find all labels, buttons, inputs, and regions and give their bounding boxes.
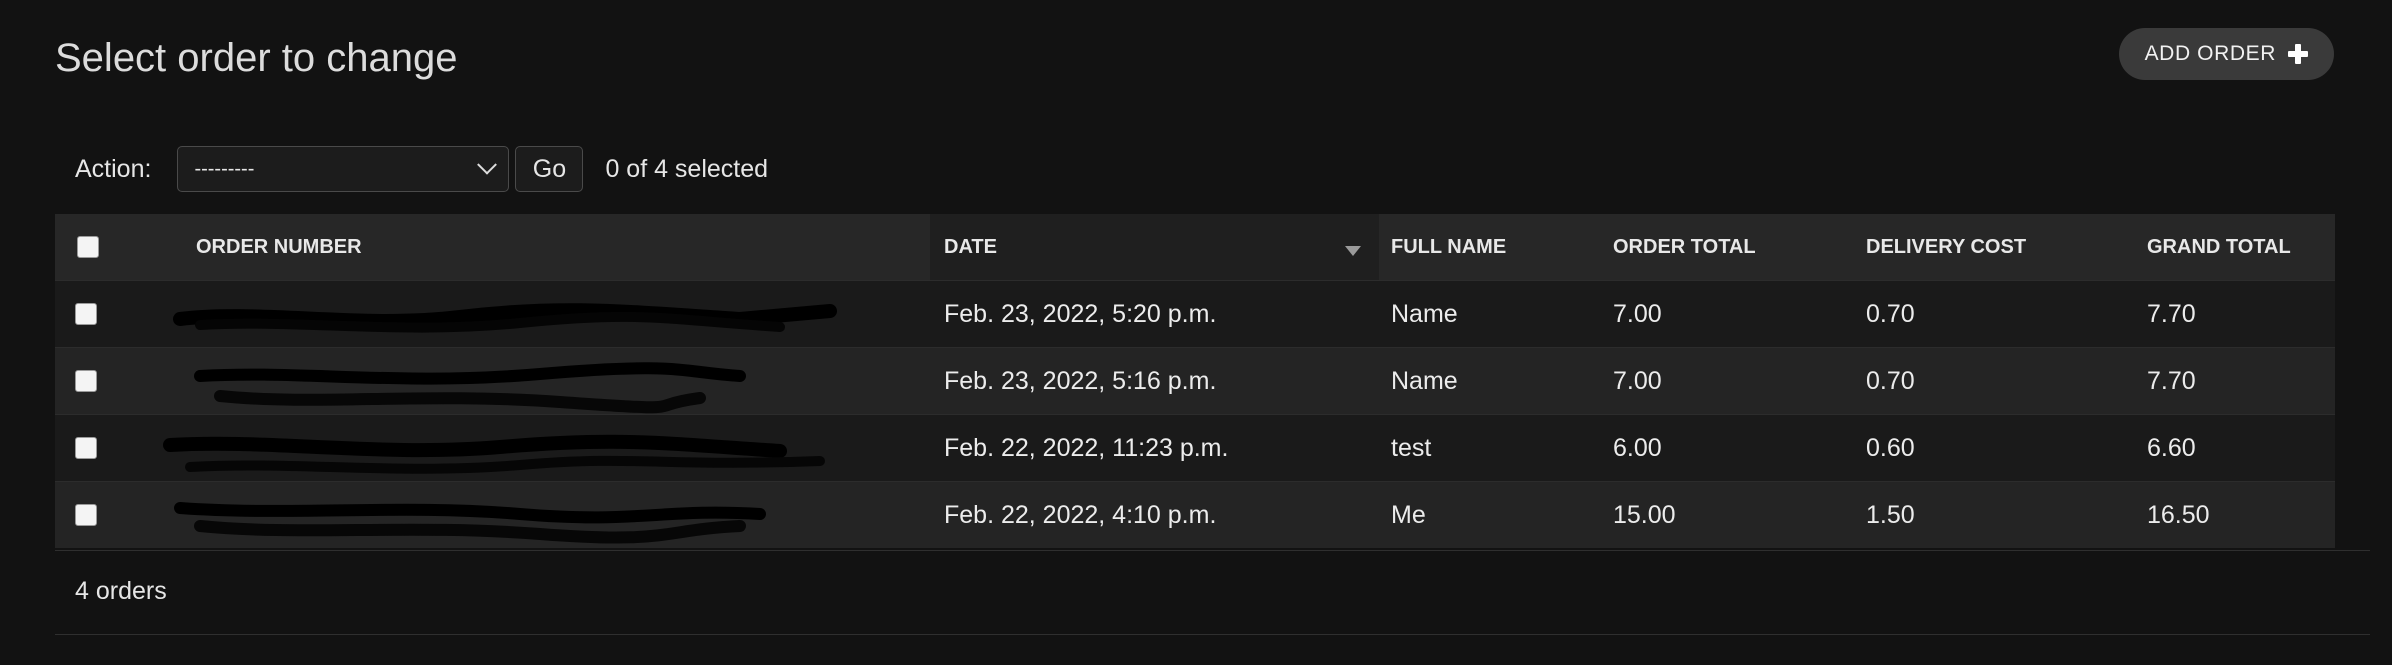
- row-checkbox[interactable]: [75, 370, 97, 392]
- action-label: Action:: [75, 154, 152, 183]
- full-name-cell: Name: [1391, 299, 1458, 328]
- date-cell: Feb. 22, 2022, 4:10 p.m.: [944, 500, 1217, 529]
- row-select-cell: [55, 437, 130, 459]
- redaction-scribble: [194, 362, 746, 414]
- result-count: 4 orders: [75, 577, 167, 605]
- select-all-checkbox[interactable]: [77, 236, 99, 258]
- delivery-cost-cell: 0.60: [1866, 433, 1915, 462]
- page-title: Select order to change: [55, 36, 458, 80]
- order-total-cell: 6.00: [1613, 433, 1662, 462]
- row-checkbox[interactable]: [75, 437, 97, 459]
- order-number-cell[interactable]: [130, 281, 930, 347]
- action-select[interactable]: ---------: [177, 146, 510, 192]
- date-cell: Feb. 23, 2022, 5:16 p.m.: [944, 366, 1217, 395]
- grand-total-cell: 7.70: [2147, 366, 2196, 395]
- grand-total-cell: 16.50: [2147, 500, 2210, 529]
- order-number-cell[interactable]: [130, 348, 930, 414]
- redaction-scribble: [163, 434, 825, 474]
- row-select-cell: [55, 370, 130, 392]
- full-name-cell: Name: [1391, 366, 1458, 395]
- column-date[interactable]: DATE: [930, 214, 1379, 280]
- grand-total-cell: 7.70: [2147, 299, 2196, 328]
- table-row: Feb. 23, 2022, 5:20 p.m. Name 7.00 0.70 …: [55, 280, 2335, 347]
- delivery-cost-cell: 0.70: [1866, 299, 1915, 328]
- table-row: Feb. 22, 2022, 4:10 p.m. Me 15.00 1.50 1…: [55, 481, 2335, 548]
- select-all-cell: [55, 214, 130, 280]
- results-table: ORDER NUMBER DATE FULL NAME ORDER TOTAL …: [55, 214, 2335, 548]
- order-number-cell[interactable]: [130, 482, 930, 548]
- table-header-row: ORDER NUMBER DATE FULL NAME ORDER TOTAL …: [55, 214, 2335, 280]
- delivery-cost-cell: 1.50: [1866, 500, 1915, 529]
- column-full-name[interactable]: FULL NAME: [1379, 214, 1601, 280]
- row-select-cell: [55, 504, 130, 526]
- add-order-button[interactable]: ADD ORDER: [2118, 28, 2334, 80]
- date-cell: Feb. 22, 2022, 11:23 p.m.: [944, 433, 1229, 462]
- order-total-cell: 7.00: [1613, 299, 1662, 328]
- column-grand-total[interactable]: GRAND TOTAL: [2135, 214, 2335, 280]
- row-select-cell: [55, 303, 130, 325]
- redaction-scribble: [174, 502, 766, 544]
- delivery-cost-cell: 0.70: [1866, 366, 1915, 395]
- order-total-cell: 15.00: [1613, 500, 1676, 529]
- sort-descending-icon[interactable]: [1345, 246, 1361, 256]
- table-row: Feb. 22, 2022, 11:23 p.m. test 6.00 0.60…: [55, 414, 2335, 481]
- admin-changelist-page: Select order to change ADD ORDER Action:…: [0, 0, 2392, 665]
- column-date-label: DATE: [944, 235, 997, 258]
- grand-total-cell: 6.60: [2147, 433, 2196, 462]
- row-checkbox[interactable]: [75, 303, 97, 325]
- column-order-total[interactable]: ORDER TOTAL: [1601, 214, 1854, 280]
- full-name-cell: test: [1391, 433, 1432, 462]
- actions-bar: Action: --------- Go 0 of 4 selected: [75, 145, 768, 193]
- action-select-value: ---------: [194, 157, 255, 180]
- paginator: 4 orders: [55, 550, 2370, 635]
- table-row: Feb. 23, 2022, 5:16 p.m. Name 7.00 0.70 …: [55, 347, 2335, 414]
- order-total-cell: 7.00: [1613, 366, 1662, 395]
- order-number-cell[interactable]: [130, 415, 930, 481]
- go-button[interactable]: Go: [515, 146, 584, 192]
- selection-status: 0 of 4 selected: [605, 154, 769, 183]
- plus-icon: [2288, 44, 2308, 64]
- full-name-cell: Me: [1391, 500, 1426, 529]
- column-order-number[interactable]: ORDER NUMBER: [130, 214, 930, 280]
- redaction-scribble: [173, 303, 837, 333]
- column-delivery-cost[interactable]: DELIVERY COST: [1854, 214, 2135, 280]
- row-checkbox[interactable]: [75, 504, 97, 526]
- chevron-down-icon: [477, 154, 498, 175]
- add-order-label: ADD ORDER: [2144, 42, 2276, 65]
- date-cell: Feb. 23, 2022, 5:20 p.m.: [944, 299, 1217, 328]
